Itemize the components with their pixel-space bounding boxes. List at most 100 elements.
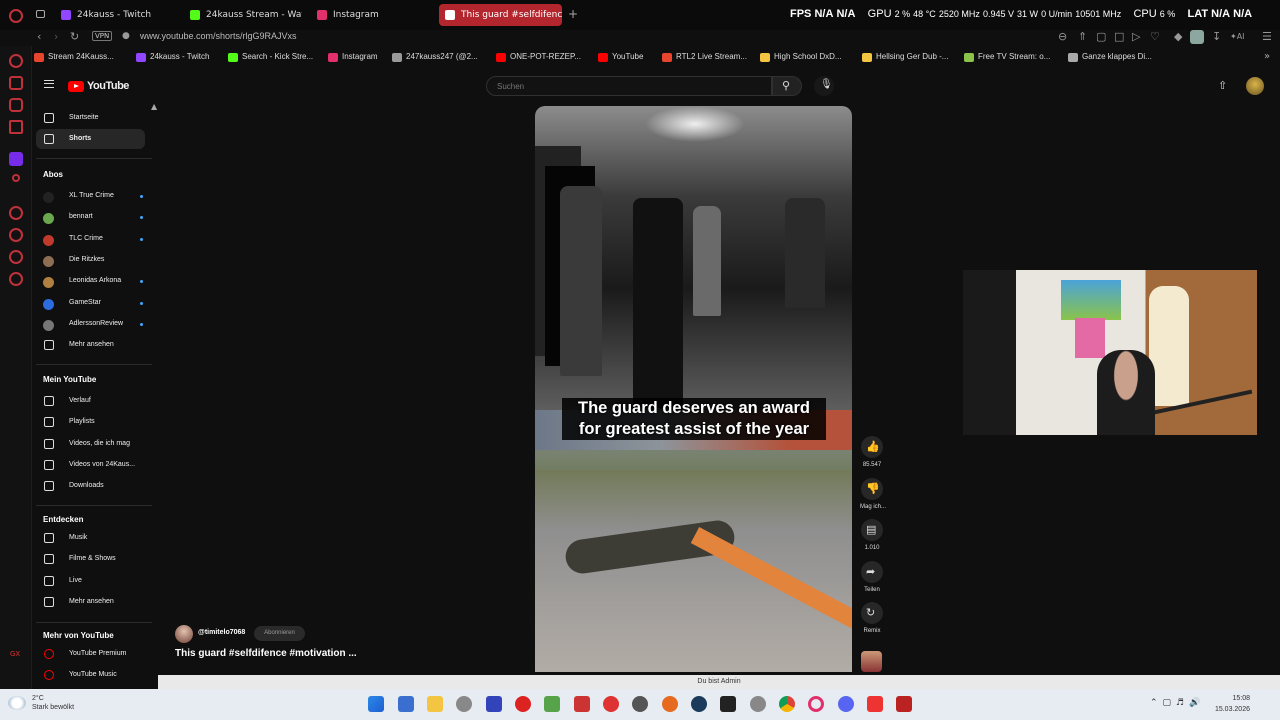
bookmark-item[interactable]: Free TV Stream: o... [964,52,1050,62]
obs-icon[interactable] [632,696,648,712]
my-youtube-heading[interactable]: Mein YouTube [43,375,96,384]
bookmark-item[interactable]: Ganze klappes Di... [1068,52,1152,62]
subscriptions-heading[interactable]: Abos [43,170,63,179]
instagram-icon[interactable] [9,98,23,112]
recorder-icon[interactable] [603,696,619,712]
sound-thumbnail[interactable] [861,651,882,672]
music-player-icon[interactable] [9,120,23,134]
vpn-badge[interactable]: VPN [92,31,113,41]
search-button[interactable]: ⚲ [772,76,802,96]
reload-icon[interactable]: ↻ [70,30,79,43]
bookmark-item[interactable]: 24kauss - Twitch [136,52,209,62]
opera-menu-icon[interactable] [9,9,23,23]
bookmark-item[interactable]: Search - Kick Stre... [228,52,313,62]
file-explorer-icon[interactable] [427,696,443,712]
calculator-icon[interactable] [398,696,414,712]
sidebar-item-channel[interactable]: Die Ritzkes [36,250,145,270]
search-input[interactable] [486,76,772,96]
weather-widget[interactable]: 2°C Stark bewölkt [8,694,74,712]
epic-games-icon[interactable] [720,696,736,712]
sidebar-item-film[interactable]: Filme & Shows [36,549,145,569]
youtube-music-taskbar-icon[interactable] [896,696,912,712]
gx-corner-icon[interactable]: GX [10,650,24,664]
bookmark-item[interactable]: RTL2 Live Stream... [662,52,747,62]
history-icon[interactable] [9,228,23,242]
sidebar-item-channel[interactable]: Leonidas Arkona [36,271,145,291]
youtube-logo[interactable]: YouTube [68,80,129,92]
bookmark-item[interactable]: ONE-POT-REZEP... [496,52,581,62]
sidebar-item-channel[interactable]: bennart [36,207,145,227]
play-icon[interactable] [9,206,23,220]
chrome-icon[interactable] [779,696,795,712]
sidebar-item-live[interactable]: Live [36,571,145,591]
bookmark-item[interactable]: Hellsing Ger Dub -... [862,52,948,62]
bookmark-item[interactable]: Instagram [328,52,378,62]
discord-icon[interactable] [838,696,854,712]
settings-gear-icon[interactable] [750,696,766,712]
channel-name[interactable]: @timitelo7068 [198,629,245,636]
forward-icon[interactable]: › [54,30,58,43]
like-button[interactable]: 👍 85.547 [860,436,884,468]
lightbulb-icon[interactable] [9,250,23,264]
tab-instagram[interactable]: Instagram [311,4,431,26]
tab-twitch[interactable]: 24kauss - Twitch [55,4,175,26]
sidebar-item-playlists[interactable]: Playlists [36,412,145,432]
sidebar-item-music[interactable]: Musik [36,528,145,548]
power-app-icon[interactable] [515,696,531,712]
aria-ai-icon[interactable]: ✦AI [1230,32,1245,41]
opera-gx-taskbar-icon[interactable] [808,696,824,712]
download-icon[interactable]: ↧ [1212,30,1221,43]
upload-icon[interactable]: ⇧ [1218,80,1227,91]
menu-icon[interactable]: ☰ [1262,30,1272,43]
new-tab-button[interactable]: + [568,7,578,21]
sidebar-item-channel[interactable]: XL True Crime [36,186,145,206]
sidebar-item-history[interactable]: Verlauf [36,391,145,411]
sidebar-item-chevron-down[interactable]: Mehr ansehen [36,592,145,612]
shield-icon[interactable]: □ [1114,30,1124,43]
snapshot-icon[interactable]: ▢ [1096,30,1106,43]
twitch-icon[interactable] [9,152,23,166]
tab-youtube-short[interactable]: This guard #selfdifenc [439,4,562,26]
opera-gx-icon[interactable] [9,54,23,68]
channel-avatar[interactable] [175,625,193,643]
game-app-icon[interactable] [544,696,560,712]
sidebar-item-shorts[interactable]: Shorts [36,129,145,149]
heart-icon[interactable]: ♡ [1150,30,1160,43]
url-field[interactable]: www.youtube.com/shorts/rlgG9RAJVxs [140,31,297,41]
short-video-player[interactable] [535,106,852,672]
comments-button[interactable]: ▤ 1.010 [860,519,884,551]
explore-heading[interactable]: Entdecken [43,515,83,524]
bookmark-item[interactable]: High School DxD... [760,52,842,62]
more-from-youtube-heading[interactable]: Mehr von YouTube [43,631,114,640]
back-icon[interactable]: ‹ [37,30,41,43]
clock[interactable]: 15:08 15.03.2026 [1205,693,1250,715]
profile-icon[interactable] [1190,30,1204,44]
player-toggle-icon[interactable]: ▷ [1132,30,1140,43]
extensions-icon[interactable]: ◆ [1174,30,1182,43]
voice-search-button[interactable]: 🎙 [814,76,834,96]
sidebar-item-home[interactable]: Startseite [36,108,145,128]
tab-kick[interactable]: 24kauss Stream - Wat [184,4,302,26]
sidebar-item-channel[interactable]: GameStar [36,293,145,313]
media-app-icon[interactable] [574,696,590,712]
steam-icon[interactable] [691,696,707,712]
lock-icon[interactable]: ● [122,31,130,41]
player-icon[interactable] [12,174,20,182]
settings-icon[interactable] [9,272,23,286]
start-icon[interactable] [368,696,384,712]
remix-button[interactable]: ↻ Remix [860,602,884,634]
mouse-app-icon[interactable] [456,696,472,712]
app-red-icon[interactable] [867,696,883,712]
sidebar-item-download[interactable]: Downloads [36,476,145,496]
sidebar-item-channel[interactable]: TLC Crime [36,229,145,249]
pin-icon[interactable]: ⇑ [1078,30,1087,43]
sidebar-item-your-videos[interactable]: Videos von 24Kaus... [36,455,145,475]
zoom-icon[interactable]: ⊖ [1058,30,1067,43]
sidebar-show-more[interactable]: Mehr ansehen [36,335,145,355]
vegas-icon[interactable] [486,696,502,712]
bookmark-item[interactable]: 247kauss247 (@2... [392,52,478,62]
system-tray[interactable]: ⌃▢♬🔊 [1150,698,1205,708]
account-avatar[interactable] [1246,77,1264,95]
messenger-icon[interactable] [9,76,23,90]
dislike-button[interactable]: 👎 Mag ich... [860,478,886,510]
